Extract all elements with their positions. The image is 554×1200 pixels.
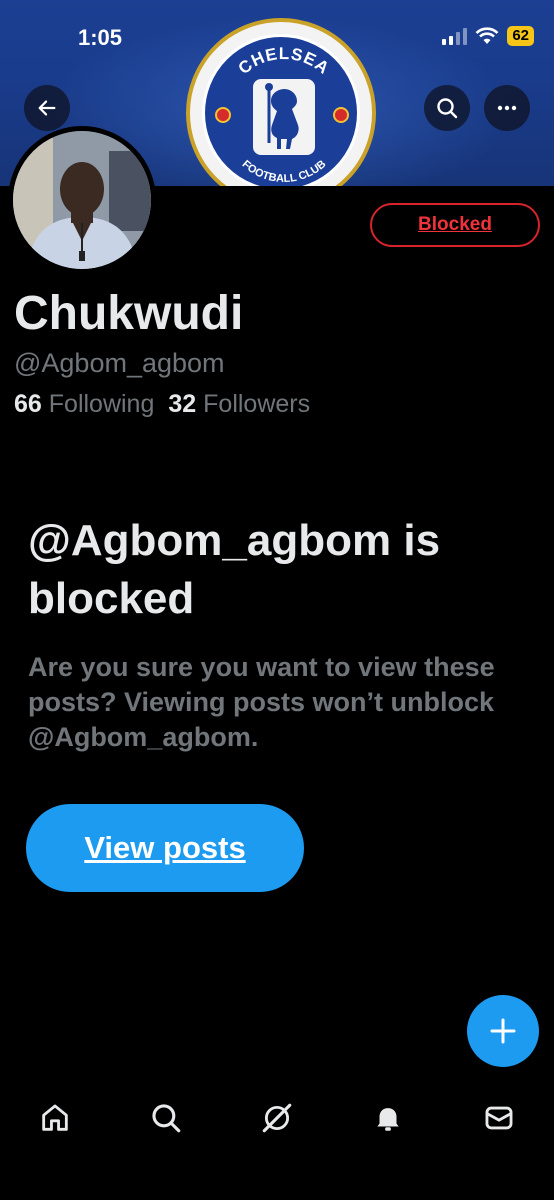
grok-icon <box>262 1103 292 1133</box>
followers-link[interactable]: 32 Followers <box>168 390 310 419</box>
more-button[interactable] <box>484 85 530 131</box>
compose-post-button[interactable] <box>467 995 539 1067</box>
status-icons: 62 <box>442 10 534 46</box>
following-link[interactable]: 66 Following <box>14 390 154 419</box>
chelsea-crest-logo: CHELSEA FOOTBALL CLUB <box>186 18 376 186</box>
blocked-notice-description: Are you sure you want to view these post… <box>28 652 495 752</box>
mail-icon <box>485 1106 513 1130</box>
arrow-left-icon <box>38 100 56 116</box>
avatar-photo <box>13 131 151 269</box>
avatar[interactable] <box>8 126 156 274</box>
cellular-signal-icon <box>442 27 468 45</box>
more-horizontal-icon <box>497 105 517 111</box>
search-icon <box>152 1104 181 1133</box>
followers-label: Followers <box>203 390 311 418</box>
svg-text:CHELSEA: CHELSEA <box>235 44 334 78</box>
search-icon <box>437 98 458 119</box>
back-button[interactable] <box>24 85 70 131</box>
tab-messages[interactable] <box>479 1098 519 1138</box>
followers-count: 32 <box>168 390 197 418</box>
profile-stats: 66 Following 32 Followers <box>14 390 310 419</box>
svg-text:FOOTBALL CLUB: FOOTBALL CLUB <box>240 158 329 185</box>
view-posts-label: View posts <box>84 830 246 865</box>
profile-name: Chukwudi <box>14 287 244 340</box>
view-posts-button[interactable]: View posts <box>26 804 304 892</box>
home-icon <box>42 1104 68 1131</box>
bottom-tab-bar <box>0 1080 554 1160</box>
blocked-notice-title: @Agbom_agbom is blocked <box>28 516 441 623</box>
profile-handle: @Agbom_agbom <box>14 348 225 378</box>
tab-grok[interactable] <box>257 1098 297 1138</box>
tab-home[interactable] <box>35 1098 75 1138</box>
following-label: Following <box>48 390 155 418</box>
battery-indicator: 62 <box>507 26 534 46</box>
status-time: 1:05 <box>78 25 123 50</box>
tab-notifications[interactable] <box>368 1098 408 1138</box>
blocked-button[interactable]: Blocked <box>370 203 540 247</box>
blocked-button-label: Blocked <box>418 214 492 235</box>
wifi-icon <box>475 27 499 44</box>
search-button[interactable] <box>424 85 470 131</box>
bell-icon <box>377 1108 399 1131</box>
plus-icon <box>490 1018 516 1044</box>
tab-search[interactable] <box>146 1098 186 1138</box>
following-count: 66 <box>14 390 42 418</box>
lion-emblem <box>253 79 315 155</box>
